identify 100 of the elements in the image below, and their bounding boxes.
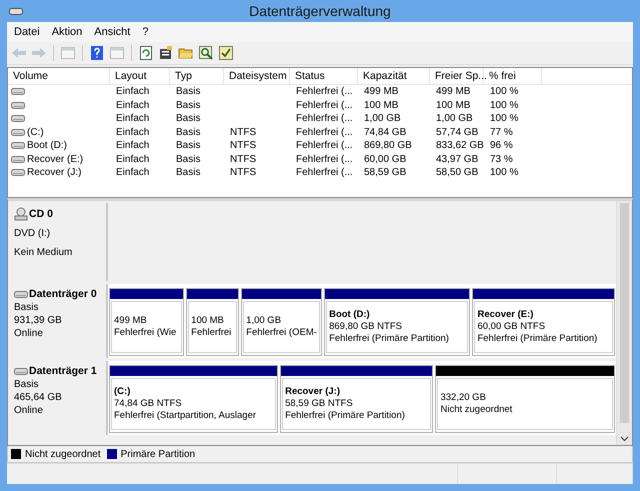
column-header[interactable]: Typ — [170, 68, 224, 84]
disk-detail: Basis — [14, 378, 40, 391]
table-cell: Fehlerfrei (... — [296, 126, 353, 138]
partition-block[interactable]: Recover (E:) 60,00 GB NTFS Fehlerfrei (Primäre Partition) — [474, 301, 613, 353]
table-cell: 100 % — [490, 113, 518, 124]
column-header[interactable]: Layout — [110, 68, 170, 84]
table-cell: Fehlerfrei (... — [296, 140, 353, 152]
column-header[interactable]: Kapazität — [358, 68, 430, 84]
table-cell: Fehlerfrei (... — [296, 100, 353, 111]
menu-item[interactable]: Ansicht — [89, 26, 136, 38]
column-header[interactable]: Dateisystem — [224, 68, 290, 84]
table-cell: NTFS — [230, 154, 256, 165]
help-icon[interactable] — [89, 45, 105, 61]
table-cell: 74,84 GB — [364, 126, 406, 138]
table-cell: 58,50 GB — [436, 167, 478, 178]
disk-detail: 465,64 GB — [14, 391, 63, 404]
drive-icon — [11, 100, 25, 110]
partition-status: Fehlerfrei (Primäre Partition) — [285, 410, 406, 422]
drive-icon — [11, 141, 25, 150]
table-cell: Basis — [176, 113, 200, 124]
table-cell: Basis — [176, 126, 200, 138]
disk-name: CD 0 — [29, 208, 53, 220]
column-header[interactable]: Volume — [8, 68, 110, 84]
table-cell: 77 % — [490, 126, 513, 138]
table-cell: 73 % — [490, 154, 513, 165]
partition-block[interactable]: 332,20 GB Nicht zugeordnet — [437, 378, 613, 430]
partition-block[interactable]: Boot (D:) 869,80 GB NTFS Fehlerfrei (Primäre Partition) — [326, 301, 468, 353]
partition-size: 74,84 GB NTFS — [114, 398, 183, 410]
table-cell: Basis — [176, 100, 200, 111]
partition-title: (C:) — [114, 386, 132, 398]
disk-detail: DVD (I:) — [14, 227, 52, 240]
partition-block[interactable]: 499 MB Fehlerfrei (Wie — [111, 301, 182, 353]
table-cell: NTFS — [230, 167, 256, 178]
partition-block[interactable]: 1,00 GB Fehlerfrei (OEM- — [243, 301, 320, 353]
disk-detail: 931,39 GB — [14, 314, 63, 327]
menu-item[interactable]: Aktion — [46, 26, 88, 38]
table-cell: Einfach — [116, 154, 150, 165]
table-cell: Fehlerfrei (... — [296, 86, 353, 98]
partition-title: Recover (E:) — [477, 309, 534, 321]
drive-icon — [11, 87, 25, 96]
drive-icon — [11, 114, 25, 124]
disk-detail: Basis — [14, 301, 40, 314]
menu-item[interactable]: ? — [137, 26, 154, 38]
table-cell: 1,00 GB — [364, 113, 401, 124]
table-cell: Einfach — [116, 86, 150, 98]
table-cell: 96 % — [490, 140, 513, 152]
legend-label: Primäre Partition — [120, 448, 196, 460]
partition-size: 869,80 GB NTFS — [329, 321, 403, 333]
partition-size: 332,20 GB — [440, 392, 487, 404]
table-cell: 833,62 GB — [436, 140, 484, 152]
table-cell: 58,59 GB — [364, 167, 406, 178]
drive-icon — [11, 154, 25, 164]
table-cell: Basis — [176, 167, 200, 178]
table-cell: Einfach — [116, 100, 150, 111]
partition-block[interactable]: Recover (J:) 58,59 GB NTFS Fehlerfrei (Primäre Partition) — [282, 378, 432, 430]
disk-detail: Online — [14, 404, 44, 417]
drive-icon — [11, 168, 25, 178]
table-cell: 499 MB — [436, 86, 470, 98]
table-cell: 43,97 GB — [436, 154, 478, 165]
table-cell: Basis — [176, 140, 200, 152]
table-cell: NTFS — [230, 140, 256, 152]
disk-name: Datenträger 1 — [29, 365, 97, 378]
partition-status: Fehlerfrei (Primäre Partition) — [329, 333, 450, 345]
table-cell: Fehlerfrei (... — [296, 167, 353, 178]
column-header[interactable]: Freier Sp... — [430, 68, 484, 84]
partition-size: 58,59 GB NTFS — [285, 398, 354, 410]
table-cell: Basis — [176, 154, 200, 165]
partition-block[interactable]: (C:) 74,84 GB NTFS Fehlerfrei (Startpartition, Auslager — [111, 378, 276, 430]
search-icon[interactable] — [198, 45, 214, 61]
column-header[interactable]: Status — [290, 68, 358, 84]
partition-title: Recover (J:) — [285, 386, 341, 398]
partition-block[interactable]: 100 MB Fehlerfrei — [188, 301, 238, 353]
table-cell: Fehlerfrei (... — [296, 154, 353, 165]
disk-name: Datenträger 0 — [29, 288, 97, 301]
disk-detail: Online — [14, 327, 44, 340]
menu-item[interactable]: Datei — [9, 26, 45, 38]
partition-color-bar — [187, 289, 238, 299]
legend-label: Nicht zugeordnet — [25, 448, 101, 460]
table-cell: 100 % — [490, 167, 518, 178]
table-cell: Recover (E:) — [27, 154, 84, 165]
table-cell: Einfach — [116, 167, 150, 178]
properties-icon[interactable] — [158, 45, 174, 61]
table-cell: 100 MB — [436, 100, 470, 111]
table-cell: 1,00 GB — [436, 113, 473, 124]
checklist-icon[interactable] — [218, 45, 234, 61]
partition-status: Fehlerfrei — [191, 327, 232, 339]
partition-status: Fehlerfrei (Wie — [114, 327, 178, 339]
table-cell: 100 % — [490, 100, 518, 111]
table-cell: Einfach — [116, 126, 150, 138]
table-cell: Basis — [176, 86, 200, 98]
column-header[interactable]: % frei — [484, 68, 542, 84]
table-cell: 57,74 GB — [436, 126, 478, 138]
refresh-icon[interactable] — [138, 45, 154, 61]
table-cell: 60,00 GB — [364, 154, 406, 165]
partition-status: Fehlerfrei (OEM- — [246, 327, 318, 339]
partition-title: Boot (D:) — [329, 309, 371, 321]
chevron-down-icon[interactable] — [620, 436, 629, 442]
scrollbar[interactable] — [616, 201, 632, 445]
cd-drive-icon — [14, 207, 28, 221]
partition-size: 60,00 GB NTFS — [477, 321, 546, 333]
